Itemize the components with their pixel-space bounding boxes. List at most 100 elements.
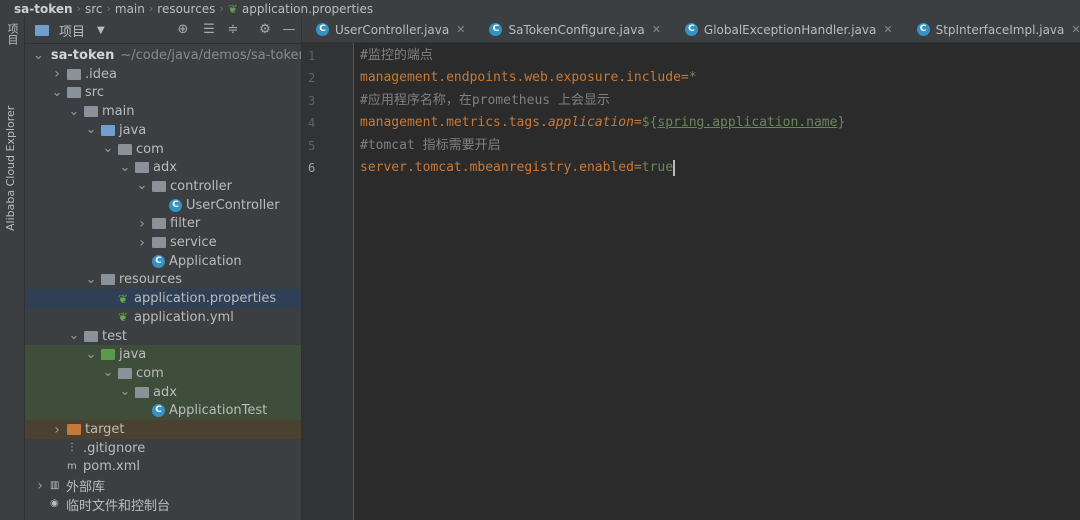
locate-icon[interactable]: ⊕ xyxy=(175,22,191,38)
chevron-down-icon[interactable]: ⌄ xyxy=(84,348,98,361)
hide-icon[interactable]: — xyxy=(281,22,297,38)
chevron-down-icon[interactable]: ⌄ xyxy=(33,49,44,62)
code-token: management.metrics.tags. xyxy=(360,115,548,131)
tree-item[interactable]: › ▥ 外部库 xyxy=(25,476,301,496)
chevron-down-icon[interactable]: ⌄ xyxy=(101,142,115,155)
project-tool-tab[interactable]: 项目 xyxy=(4,23,20,63)
chevron-right-icon[interactable]: › xyxy=(50,66,64,82)
tree-item[interactable]: › filter xyxy=(25,214,301,233)
project-toolbar: 项目 ▼ ⊕ ☰ ≑ ⚙ — xyxy=(25,17,301,44)
collapse-all-icon[interactable]: ≑ xyxy=(225,22,241,38)
tree-item[interactable]: ⌄ adx xyxy=(25,382,301,402)
tree-item[interactable]: C UserController xyxy=(25,196,301,215)
chevron-down-icon[interactable]: ▼ xyxy=(97,25,105,36)
breadcrumb-separator-icon: › xyxy=(219,2,224,15)
chevron-down-icon[interactable]: ⌄ xyxy=(67,105,81,118)
close-icon[interactable]: ✕ xyxy=(456,23,465,36)
tree-item[interactable]: ⌄ java xyxy=(25,121,301,140)
tree-item[interactable]: ⌄ src xyxy=(25,83,301,102)
tree-item-selected[interactable]: ❦ application.properties xyxy=(25,289,301,309)
chevron-right-icon[interactable]: › xyxy=(135,216,149,232)
tree-item[interactable]: › service xyxy=(25,233,301,252)
tree-item-label: java xyxy=(119,347,147,363)
tree-item[interactable]: ⌄ resources xyxy=(25,270,301,289)
code-line[interactable]: #tomcat 指标需要开启 xyxy=(360,135,501,157)
line-number: 5 xyxy=(308,138,316,153)
tree-item[interactable]: ⌄ main xyxy=(25,102,301,121)
code-token: management.endpoints.web.exposure.includ… xyxy=(360,70,681,86)
chevron-down-icon[interactable]: ⌄ xyxy=(84,273,98,286)
chevron-down-icon[interactable]: ⌄ xyxy=(84,123,98,136)
tree-item[interactable]: ⌄ java xyxy=(25,345,301,365)
editor-tab[interactable]: C UserController.java ✕ xyxy=(302,17,475,42)
package-icon xyxy=(135,386,149,398)
editor-tab-label: StpInterfaceImpl.java xyxy=(935,22,1065,37)
code-line[interactable]: management.endpoints.web.exposure.includ… xyxy=(360,67,697,89)
chevron-down-icon[interactable]: ⌄ xyxy=(118,161,132,174)
tree-item-path: ~/code/java/demos/sa-token/ xyxy=(120,48,302,63)
tree-item[interactable]: ⌄ com xyxy=(25,140,301,159)
spring-file-icon: ❦ xyxy=(118,310,129,325)
tree-item-label: service xyxy=(170,235,217,250)
expand-all-icon[interactable]: ☰ xyxy=(201,22,217,38)
package-icon xyxy=(118,143,132,155)
close-icon[interactable]: ✕ xyxy=(1071,23,1080,36)
tree-item[interactable]: ⌄ com xyxy=(25,363,301,383)
line-number: 3 xyxy=(308,93,316,108)
close-icon[interactable]: ✕ xyxy=(652,23,661,36)
tree-item-label: sa-token xyxy=(50,48,115,63)
close-icon[interactable]: ✕ xyxy=(883,23,892,36)
code-line[interactable]: management.metrics.tags.application=${sp… xyxy=(360,112,845,134)
tree-item[interactable]: m pom.xml xyxy=(25,457,301,476)
chevron-down-icon[interactable]: ⌄ xyxy=(67,329,81,342)
project-panel: 项目 ▼ ⊕ ☰ ≑ ⚙ — ⌄ sa-token ~/code/java/demo… xyxy=(25,17,302,520)
breadcrumb-item[interactable]: sa-token xyxy=(14,2,77,16)
editor-tab[interactable]: C SaTokenConfigure.java ✕ xyxy=(475,17,670,42)
package-icon xyxy=(135,162,149,174)
tree-item-label: .idea xyxy=(85,66,117,82)
editor-tab[interactable]: C GlobalExceptionHandler.java ✕ xyxy=(671,17,903,42)
editor-tab[interactable]: C StpInterfaceImpl.java ✕ xyxy=(903,17,1080,42)
spring-file-icon: ❦ xyxy=(118,291,129,306)
tree-item[interactable]: ⌄ sa-token ~/code/java/demos/sa-token/ xyxy=(25,46,302,65)
tree-item[interactable]: › .idea xyxy=(25,65,301,84)
breadcrumb-item[interactable]: main xyxy=(111,2,149,16)
editor-tab-label: SaTokenConfigure.java xyxy=(508,22,645,37)
code-line[interactable]: server.tomcat.mbeanregistry.enabled=true xyxy=(360,157,676,179)
tree-item[interactable]: ⋮ .gitignore xyxy=(25,439,301,458)
chevron-right-icon[interactable]: › xyxy=(135,235,149,251)
tree-item[interactable]: ⌄ controller xyxy=(25,177,301,196)
gear-icon[interactable]: ⚙ xyxy=(257,22,273,38)
tree-item[interactable]: C ApplicationTest xyxy=(25,401,301,421)
chevron-down-icon[interactable]: ⌄ xyxy=(101,366,115,379)
tree-item-label: target xyxy=(85,422,125,437)
chevron-right-icon[interactable]: › xyxy=(33,478,47,494)
folder-icon xyxy=(84,330,98,342)
breadcrumb-item[interactable]: src xyxy=(81,2,107,16)
chevron-right-icon[interactable]: › xyxy=(50,422,64,438)
breadcrumb-item[interactable]: application.properties xyxy=(238,2,377,16)
chevron-down-icon[interactable]: ⌄ xyxy=(135,179,149,192)
tree-item[interactable]: ⌄ adx xyxy=(25,158,301,177)
alibaba-cloud-explorer-tab[interactable]: Alibaba Cloud Explorer xyxy=(4,81,17,231)
editor-tabs: C UserController.java ✕ C SaTokenConfigure.j… xyxy=(302,17,1080,43)
chevron-down-icon[interactable]: ⌄ xyxy=(118,385,132,398)
tree-item[interactable]: ◉ 临时文件和控制台 xyxy=(25,495,301,514)
maven-icon: m xyxy=(67,460,77,472)
tree-item[interactable]: ❦ application.yml xyxy=(25,308,301,327)
spring-class-icon: C xyxy=(152,404,165,418)
tree-item[interactable]: C Application xyxy=(25,252,301,271)
tree-item-label: ApplicationTest xyxy=(169,403,268,419)
code-token: ${ xyxy=(641,115,658,131)
line-number: 1 xyxy=(308,49,316,63)
chevron-down-icon[interactable]: ⌄ xyxy=(50,86,64,99)
breadcrumb-item[interactable]: resources xyxy=(153,2,219,16)
code-line[interactable]: #监控的端点 xyxy=(360,45,433,67)
tree-item[interactable]: ⌄ test xyxy=(25,327,301,346)
code-line[interactable]: #应用程序名称，在prometheus 上会显示 xyxy=(360,90,610,112)
line-number: 2 xyxy=(308,71,316,86)
tree-item-label: application.yml xyxy=(134,309,234,325)
tree-item-label: com xyxy=(136,141,164,157)
tree-item[interactable]: › target xyxy=(25,420,301,439)
code-editor[interactable]: #监控的端点 management.endpoints.web.exposure.… xyxy=(354,43,1080,520)
